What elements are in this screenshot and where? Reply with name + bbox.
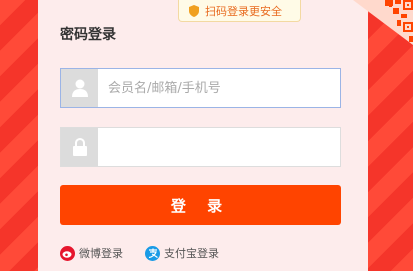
user-icon [61, 69, 98, 107]
username-field[interactable] [60, 68, 341, 108]
qr-login-hint[interactable]: 扫码登录更安全 [178, 0, 301, 22]
login-title: 密码登录 [60, 27, 116, 43]
username-input[interactable] [98, 69, 340, 107]
login-button[interactable]: 登 录 [60, 185, 341, 225]
shield-icon [189, 4, 199, 17]
alipay-login-label: 支付宝登录 [164, 247, 219, 260]
weibo-icon [60, 245, 75, 261]
qr-code-icon[interactable] [353, 0, 413, 45]
weibo-login-label: 微博登录 [79, 247, 123, 260]
lock-icon [61, 128, 98, 166]
password-field[interactable] [60, 127, 341, 167]
weibo-login-link[interactable]: 微博登录 [60, 245, 123, 261]
password-input[interactable] [98, 128, 340, 166]
alipay-icon [145, 245, 160, 261]
qr-hint-text: 扫码登录更安全 [205, 4, 282, 18]
alipay-login-link[interactable]: 支付宝登录 [145, 245, 219, 261]
